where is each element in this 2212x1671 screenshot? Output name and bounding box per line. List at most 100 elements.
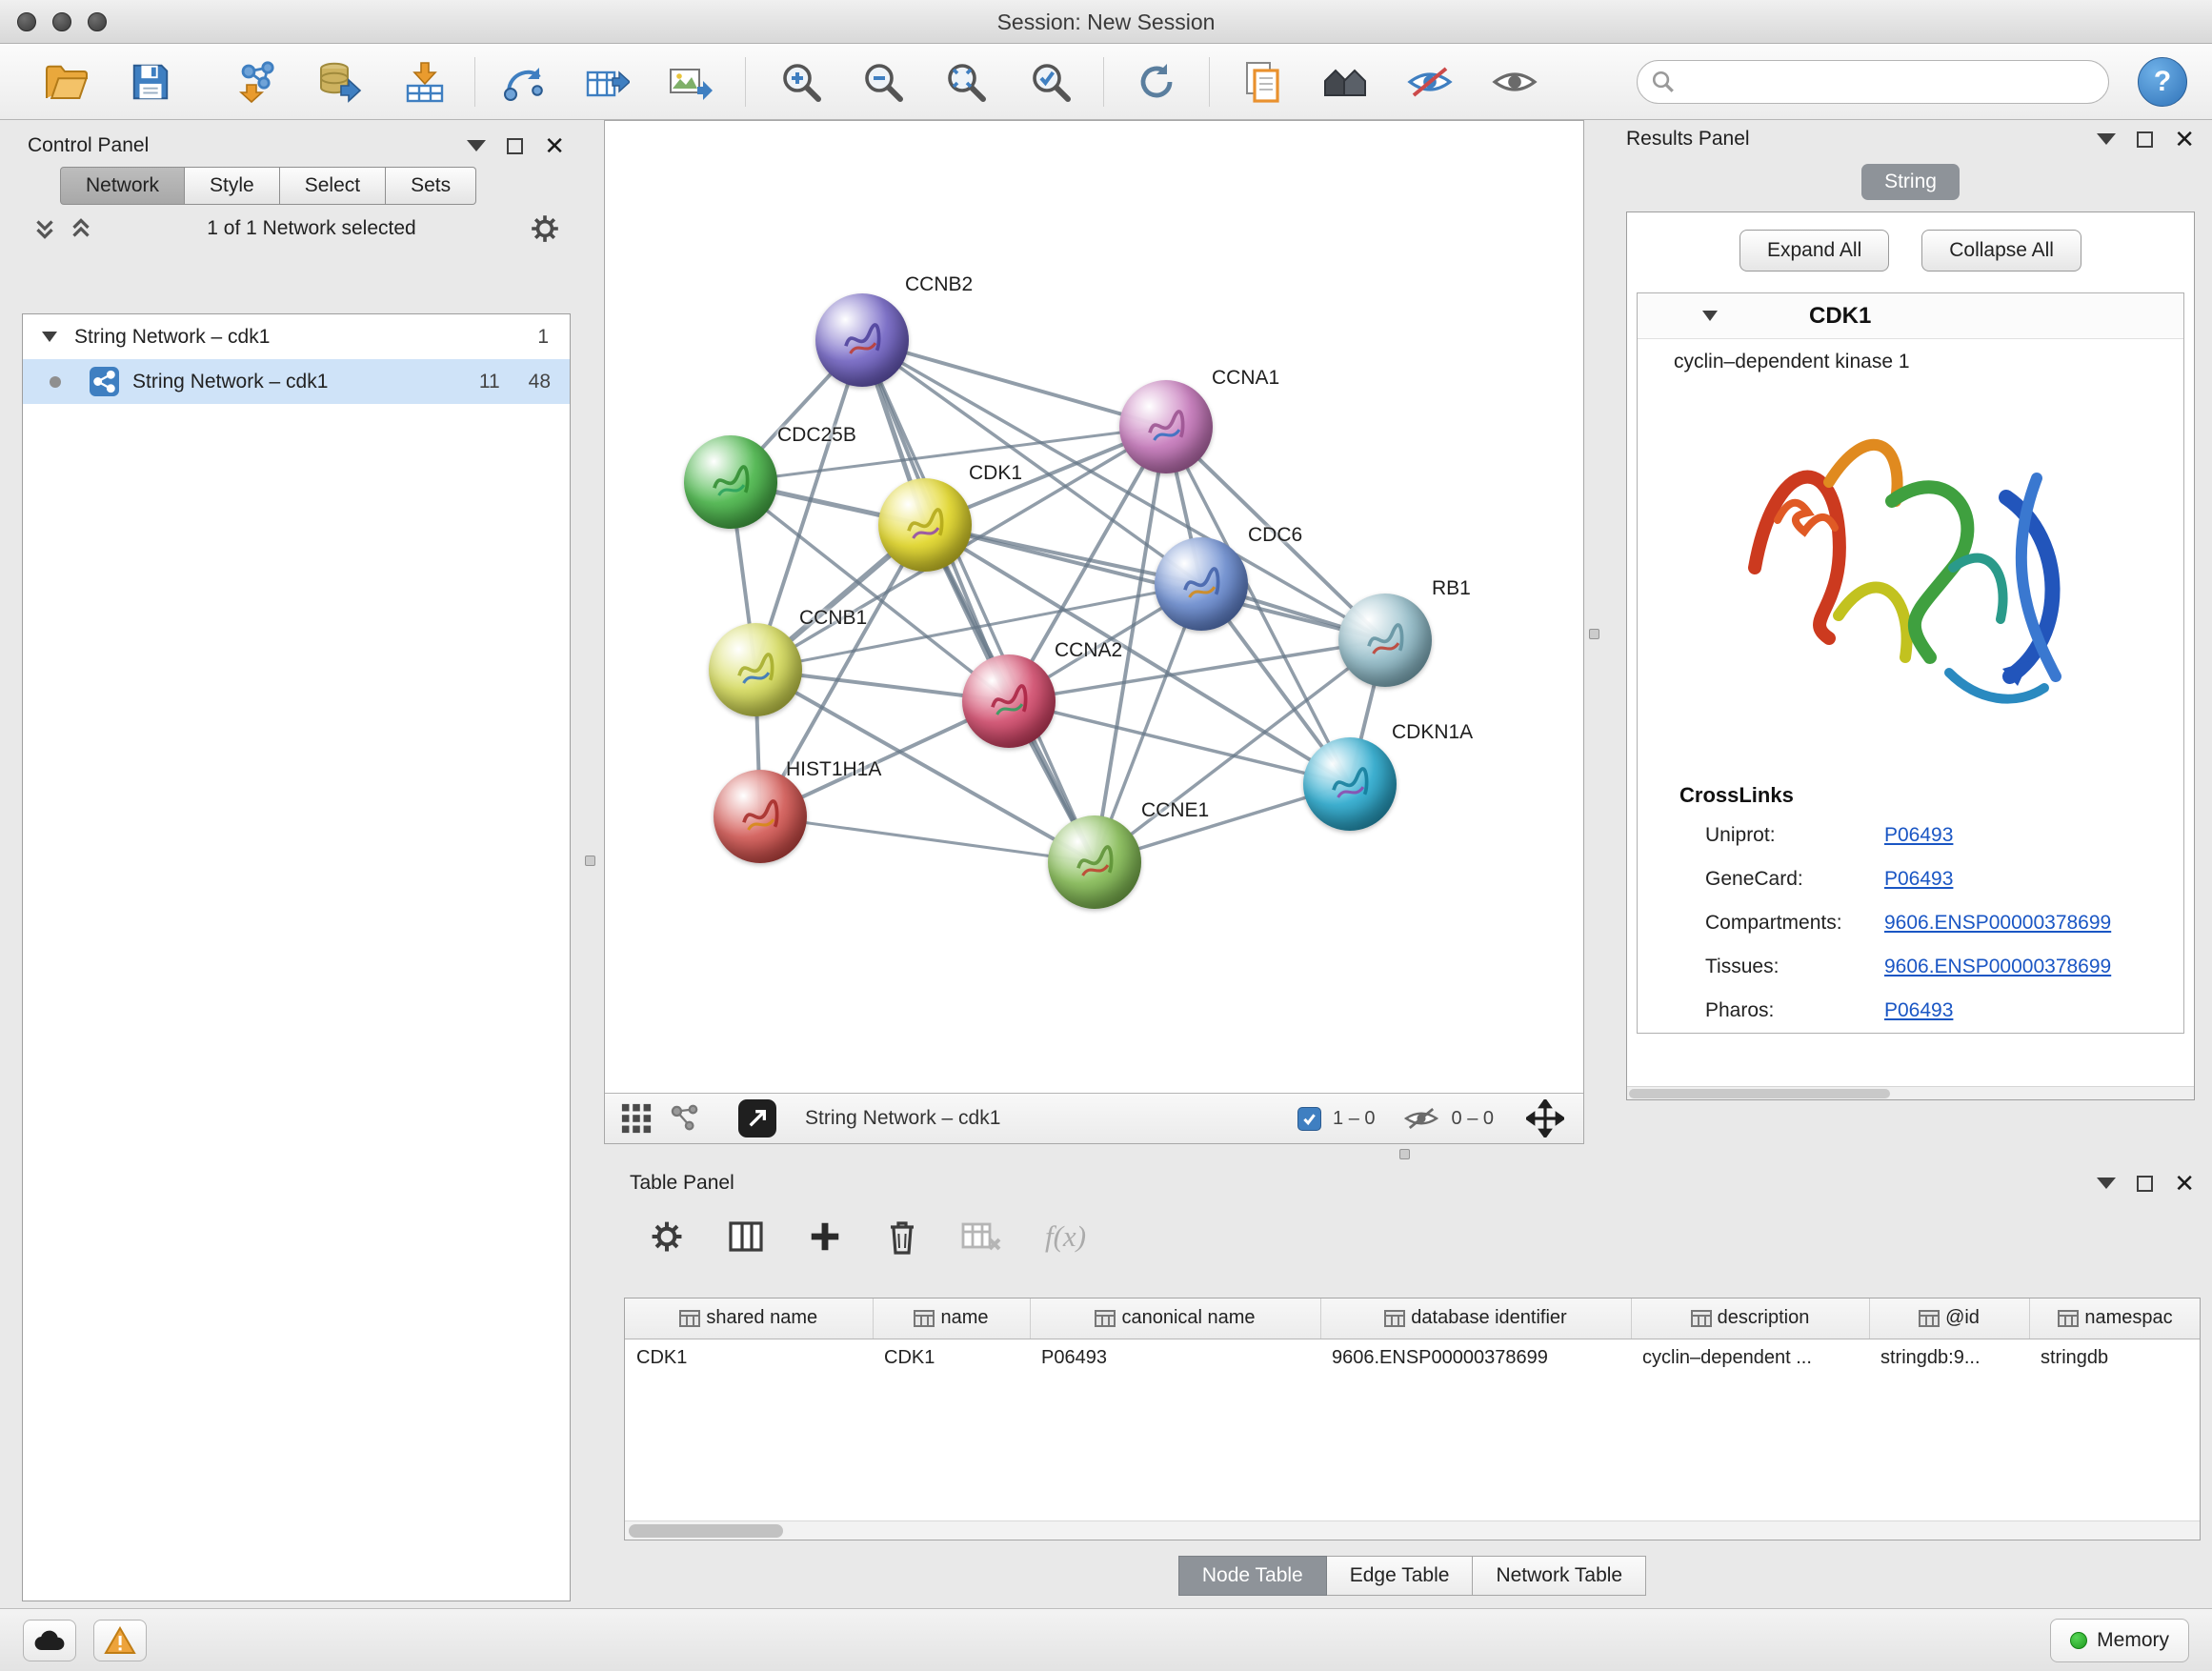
- grid-view-icon[interactable]: [620, 1102, 653, 1135]
- table-cell[interactable]: 9606.ENSP00000378699: [1320, 1339, 1631, 1377]
- network-node-cdc25b[interactable]: [684, 435, 777, 529]
- delete-column-icon[interactable]: [885, 1218, 919, 1256]
- search-input[interactable]: [1683, 70, 2095, 92]
- warnings-button[interactable]: [93, 1620, 147, 1661]
- detach-view-button[interactable]: [738, 1099, 776, 1137]
- collapse-all-networks-icon[interactable]: [68, 215, 94, 242]
- export-table-button[interactable]: [576, 51, 637, 112]
- table-horizontal-scrollbar[interactable]: [625, 1520, 2200, 1540]
- crosslink-link[interactable]: P06493: [1884, 824, 1953, 847]
- table-panel-close-icon[interactable]: ✕: [2174, 1171, 2195, 1196]
- network-node-cdkn1a[interactable]: [1303, 737, 1397, 831]
- control-panel-collapse-icon[interactable]: [467, 140, 486, 151]
- collection-expand-caret[interactable]: [42, 332, 57, 342]
- expand-all-networks-icon[interactable]: [31, 215, 58, 242]
- network-node-hist1h1a[interactable]: [714, 770, 807, 863]
- table-cell[interactable]: stringdb:9...: [1869, 1339, 2029, 1377]
- column-header-shared-name[interactable]: shared name: [625, 1299, 873, 1339]
- network-node-rb1[interactable]: [1338, 594, 1432, 687]
- tab-node-table[interactable]: Node Table: [1178, 1556, 1327, 1596]
- column-header-namespac[interactable]: namespac: [2029, 1299, 2201, 1339]
- import-network-file-button[interactable]: [229, 51, 290, 112]
- crosslink-link[interactable]: 9606.ENSP00000378699: [1884, 912, 2111, 935]
- zoom-fit-button[interactable]: [935, 51, 996, 112]
- control-panel-float-icon[interactable]: [507, 138, 523, 154]
- crosslink-row: Compartments:9606.ENSP00000378699: [1638, 901, 2183, 945]
- zoom-selected-button[interactable]: [1020, 51, 1081, 112]
- column-header-canonical-name[interactable]: canonical name: [1030, 1299, 1320, 1339]
- save-session-button[interactable]: [120, 51, 181, 112]
- table-export-icon: [584, 61, 630, 103]
- results-panel-float-icon[interactable]: [2137, 131, 2153, 148]
- network-node-ccna2[interactable]: [962, 654, 1056, 748]
- tab-network-table[interactable]: Network Table: [1473, 1556, 1646, 1596]
- tab-style[interactable]: Style: [185, 167, 280, 205]
- table-cell[interactable]: stringdb: [2029, 1339, 2201, 1377]
- network-tools-button[interactable]: [494, 51, 555, 112]
- search-field[interactable]: [1637, 60, 2109, 104]
- tab-edge-table[interactable]: Edge Table: [1327, 1556, 1474, 1596]
- results-panel-close-icon[interactable]: ✕: [2174, 127, 2195, 151]
- copy-document-button[interactable]: [1232, 51, 1293, 112]
- network-node-ccnb1[interactable]: [709, 623, 802, 716]
- collapse-all-button[interactable]: Collapse All: [1921, 230, 2081, 272]
- table-row[interactable]: CDK1CDK1P064939606.ENSP00000378699cyclin…: [625, 1339, 2201, 1377]
- table-options-gear-icon[interactable]: [649, 1218, 685, 1255]
- network-node-cdc6[interactable]: [1155, 537, 1248, 631]
- bottom-splitter-handle[interactable]: [1399, 1149, 1410, 1159]
- left-splitter-handle[interactable]: [585, 856, 595, 866]
- hidden-eye-slash-icon[interactable]: [1402, 1103, 1440, 1134]
- add-column-icon[interactable]: [807, 1218, 843, 1255]
- column-header--id[interactable]: @id: [1869, 1299, 2029, 1339]
- cdk1-expand-caret[interactable]: [1702, 311, 1718, 321]
- network-node-ccne1[interactable]: [1048, 815, 1141, 909]
- apply-layout-button[interactable]: [1126, 51, 1187, 112]
- expand-all-button[interactable]: Expand All: [1739, 230, 1889, 272]
- network-row-selected[interactable]: String Network – cdk1 11 48: [23, 359, 570, 404]
- birdseye-view-icon[interactable]: [668, 1102, 700, 1135]
- show-all-button[interactable]: [1484, 51, 1545, 112]
- table-cell[interactable]: P06493: [1030, 1339, 1320, 1377]
- export-image-button[interactable]: [659, 51, 720, 112]
- right-splitter-handle[interactable]: [1589, 629, 1599, 639]
- hide-selected-button[interactable]: [1399, 51, 1460, 112]
- table-cell[interactable]: CDK1: [625, 1339, 873, 1377]
- pan-move-icon[interactable]: [1526, 1099, 1564, 1137]
- table-cell[interactable]: cyclin–dependent ...: [1631, 1339, 1869, 1377]
- table-scrollbar-thumb[interactable]: [629, 1524, 783, 1538]
- network-node-ccnb2[interactable]: [815, 293, 909, 387]
- table-panel-collapse-icon[interactable]: [2097, 1178, 2116, 1189]
- network-collection-row[interactable]: String Network – cdk1 1: [23, 314, 570, 359]
- table-panel-float-icon[interactable]: [2137, 1176, 2153, 1192]
- selected-checkbox[interactable]: [1297, 1107, 1321, 1131]
- tab-string[interactable]: String: [1861, 164, 1960, 200]
- network-options-gear-icon[interactable]: [529, 212, 561, 245]
- open-session-button[interactable]: [36, 51, 97, 112]
- tab-sets[interactable]: Sets: [386, 167, 476, 205]
- control-panel-close-icon[interactable]: ✕: [544, 133, 565, 158]
- column-header-name[interactable]: name: [873, 1299, 1030, 1339]
- import-network-database-button[interactable]: [309, 51, 370, 112]
- show-columns-icon[interactable]: [727, 1218, 765, 1256]
- tab-network[interactable]: Network: [60, 167, 185, 205]
- column-icon: [1919, 1310, 1940, 1327]
- crosslink-link[interactable]: P06493: [1884, 868, 1953, 891]
- zoom-in-button[interactable]: [771, 51, 832, 112]
- network-node-cdk1[interactable]: [878, 478, 972, 572]
- first-neighbors-button[interactable]: [1315, 51, 1376, 112]
- column-header-database-identifier[interactable]: database identifier: [1320, 1299, 1631, 1339]
- results-panel-collapse-icon[interactable]: [2097, 133, 2116, 145]
- network-canvas[interactable]: CCNB2CCNA1CDC25BCDK1CDC6RB1CCNB1CCNA2CDK…: [605, 121, 1583, 1093]
- crosslink-link[interactable]: 9606.ENSP00000378699: [1884, 956, 2111, 978]
- help-button[interactable]: ?: [2138, 57, 2187, 107]
- memory-button[interactable]: Memory: [2050, 1619, 2189, 1662]
- results-horizontal-scrollbar[interactable]: [1627, 1086, 2194, 1099]
- cloud-button[interactable]: [23, 1620, 76, 1661]
- table-cell[interactable]: CDK1: [873, 1339, 1030, 1377]
- tab-select[interactable]: Select: [280, 167, 386, 205]
- import-table-button[interactable]: [394, 51, 455, 112]
- column-header-description[interactable]: description: [1631, 1299, 1869, 1339]
- network-node-ccna1[interactable]: [1119, 380, 1213, 473]
- zoom-out-button[interactable]: [853, 51, 914, 112]
- crosslink-link[interactable]: P06493: [1884, 999, 1953, 1022]
